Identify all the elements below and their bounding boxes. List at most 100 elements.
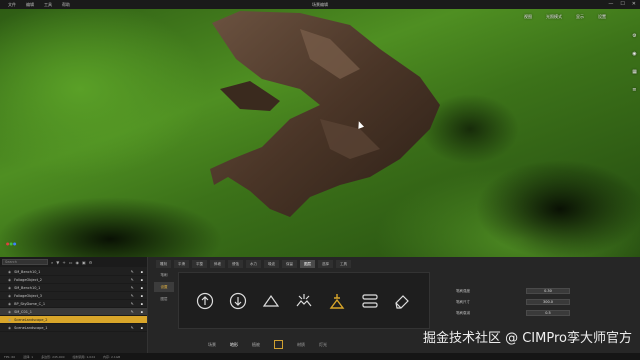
layers-brush-icon[interactable]: [361, 292, 379, 310]
outliner-search-input[interactable]: Search: [2, 259, 48, 265]
tab-erosion[interactable]: 侵蚀: [228, 260, 243, 268]
tab-hydro[interactable]: 水力: [246, 260, 261, 268]
menu-tools[interactable]: 工具: [44, 2, 52, 8]
visibility-icon[interactable]: ◉: [8, 302, 11, 306]
menu-bar: 文件 编辑 工具 帮助: [0, 2, 70, 8]
maximize-icon[interactable]: ☐: [620, 1, 624, 7]
mode-terrain[interactable]: 地形: [230, 342, 238, 348]
lock-icon[interactable]: ▪: [141, 294, 143, 298]
edit-icon[interactable]: ✎: [131, 278, 134, 282]
close-icon[interactable]: ✕: [632, 1, 636, 7]
outliner-row[interactable]: ◉ SM_Bench10_1 ✎ ▪: [0, 284, 147, 292]
tool-subnav: 笔刷 设置 图层: [154, 270, 174, 306]
edit-icon[interactable]: ✎: [131, 310, 134, 314]
tab-noise[interactable]: 噪波: [264, 260, 279, 268]
viewport-tool-show[interactable]: 显示: [576, 14, 584, 20]
subnav-settings[interactable]: 设置: [154, 282, 174, 292]
viewport-tool-view[interactable]: 视图: [524, 14, 532, 20]
outliner-row[interactable]: ◉ FoliageObject_2 ✎ ▪: [0, 276, 147, 284]
search-icon[interactable]: ⌕: [51, 260, 53, 265]
flatten-brush-icon[interactable]: [262, 292, 280, 310]
outliner-item-label: FoliageObject_3: [14, 293, 42, 298]
mode-scene[interactable]: 场景: [208, 342, 216, 348]
camera-icon[interactable]: ◉: [632, 51, 637, 57]
subnav-layers[interactable]: 图层: [154, 294, 174, 304]
tab-flatten[interactable]: 平整: [192, 260, 207, 268]
grid-icon[interactable]: ▦: [632, 69, 637, 75]
menu-edit[interactable]: 编辑: [26, 2, 34, 8]
lock-icon[interactable]: ▪: [141, 310, 143, 314]
edit-icon[interactable]: ✎: [131, 270, 134, 274]
viewport-tool-settings[interactable]: 设置: [598, 14, 606, 20]
outliner-row[interactable]: ◉ SceneLandscape_1 ✎ ▪: [0, 324, 147, 332]
lock-icon[interactable]: ▪: [141, 270, 143, 274]
smooth-brush-icon[interactable]: [328, 292, 346, 310]
edit-icon[interactable]: ✎: [131, 294, 134, 298]
edit-icon[interactable]: ✎: [131, 302, 134, 306]
visibility-icon[interactable]: ◉: [8, 286, 11, 290]
mode-nav: 场景 地形 植被 材质 灯光: [208, 340, 327, 349]
brush-falloff-field[interactable]: 0.5: [526, 310, 570, 316]
lower-brush-icon[interactable]: [229, 292, 247, 310]
property-label: 笔刷尺寸: [456, 299, 470, 304]
tab-select[interactable]: 选择: [318, 260, 333, 268]
scene-outliner: Search ⌕ ▼ + ▭ ◉ ▣ ⚙ ◉ SM_Bench10_1 ✎ ▪ ◉ Fo…: [0, 257, 148, 360]
noise-brush-icon[interactable]: [295, 292, 313, 310]
visibility-icon[interactable]: ◉: [8, 318, 11, 322]
outliner-row[interactable]: ◉ SM_C01_1 ✎ ▪: [0, 308, 147, 316]
sculpt-tabs: 雕刻 平滑 平整 斜坡 侵蚀 水力 噪波 保留 图层 选择 工具: [156, 260, 351, 268]
lock-icon[interactable]: ▣: [82, 260, 86, 265]
add-icon[interactable]: +: [62, 260, 65, 265]
visibility-icon[interactable]: ◉: [8, 278, 11, 282]
menu-help[interactable]: 帮助: [62, 2, 70, 8]
filter-icon[interactable]: ▼: [56, 260, 59, 265]
minimize-icon[interactable]: —: [608, 1, 613, 7]
brush-size-field[interactable]: 300.0: [526, 299, 570, 305]
viewport-toolbar: 视图 光照模式 显示 设置: [524, 14, 606, 20]
tab-retopo[interactable]: 保留: [282, 260, 297, 268]
axis-gizmo: ●●●: [6, 241, 17, 246]
outliner-row[interactable]: ◉ FoliageObject_3 ✎ ▪: [0, 292, 147, 300]
edit-icon[interactable]: ✎: [131, 326, 134, 330]
scene-viewport[interactable]: 视图 光照模式 显示 设置 ⚙ ◉ ▦ ≡ ●●●: [0, 9, 640, 257]
brush-strength-field[interactable]: 0.30: [526, 288, 570, 294]
tab-tools[interactable]: 工具: [336, 260, 351, 268]
visibility-icon[interactable]: ◉: [8, 294, 11, 298]
lock-icon[interactable]: ▪: [141, 286, 143, 290]
brush-properties: 笔刷强度 0.30 笔刷尺寸 300.0 笔刷衰减 0.5: [456, 287, 606, 320]
visibility-icon[interactable]: ◉: [8, 270, 11, 274]
mode-material[interactable]: 材质: [297, 342, 305, 348]
status-drawcalls: 绘制调用: 1,024: [72, 354, 96, 359]
tab-smooth[interactable]: 平滑: [174, 260, 189, 268]
eraser-brush-icon[interactable]: [393, 292, 411, 310]
lock-icon[interactable]: ▪: [141, 326, 143, 330]
menu-file[interactable]: 文件: [8, 2, 16, 8]
outliner-row-selected[interactable]: ◉ SceneLandscape_2: [0, 316, 147, 324]
status-bar: FPS: 60 选择: 1 多边形: 245,000 绘制调用: 1,024 内…: [0, 353, 640, 360]
visibility-icon[interactable]: ◉: [8, 326, 11, 330]
lock-icon[interactable]: ▪: [141, 278, 143, 282]
outliner-row[interactable]: ◉ BP_SkyDome_C_1 ✎ ▪: [0, 300, 147, 308]
viewport-side-toolbar: ⚙ ◉ ▦ ≡: [632, 33, 637, 93]
raise-brush-icon[interactable]: [196, 292, 214, 310]
status-fps: FPS: 60: [4, 354, 16, 359]
settings-icon[interactable]: ⚙: [89, 260, 93, 265]
mode-foliage[interactable]: 植被: [252, 342, 260, 348]
edit-icon[interactable]: ✎: [131, 286, 134, 290]
layers-icon[interactable]: ≡: [632, 87, 637, 93]
visibility-icon[interactable]: ◉: [8, 310, 11, 314]
tab-layer[interactable]: 图层: [300, 260, 315, 268]
visibility-icon[interactable]: ◉: [75, 260, 79, 265]
property-row: 笔刷强度 0.30: [456, 287, 606, 295]
gear-icon[interactable]: ⚙: [632, 33, 637, 39]
folder-icon[interactable]: ▭: [69, 260, 73, 265]
tab-ramp[interactable]: 斜坡: [210, 260, 225, 268]
outliner-row[interactable]: ◉ SM_Bench10_1 ✎ ▪: [0, 268, 147, 276]
terrain-mode-icon[interactable]: [274, 340, 283, 349]
lock-icon[interactable]: ▪: [141, 302, 143, 306]
mode-lighting[interactable]: 灯光: [319, 342, 327, 348]
subnav-brush[interactable]: 笔刷: [154, 270, 174, 280]
viewport-tool-lighting[interactable]: 光照模式: [546, 14, 562, 20]
tab-sculpt[interactable]: 雕刻: [156, 260, 171, 268]
property-row: 笔刷尺寸 300.0: [456, 298, 606, 306]
